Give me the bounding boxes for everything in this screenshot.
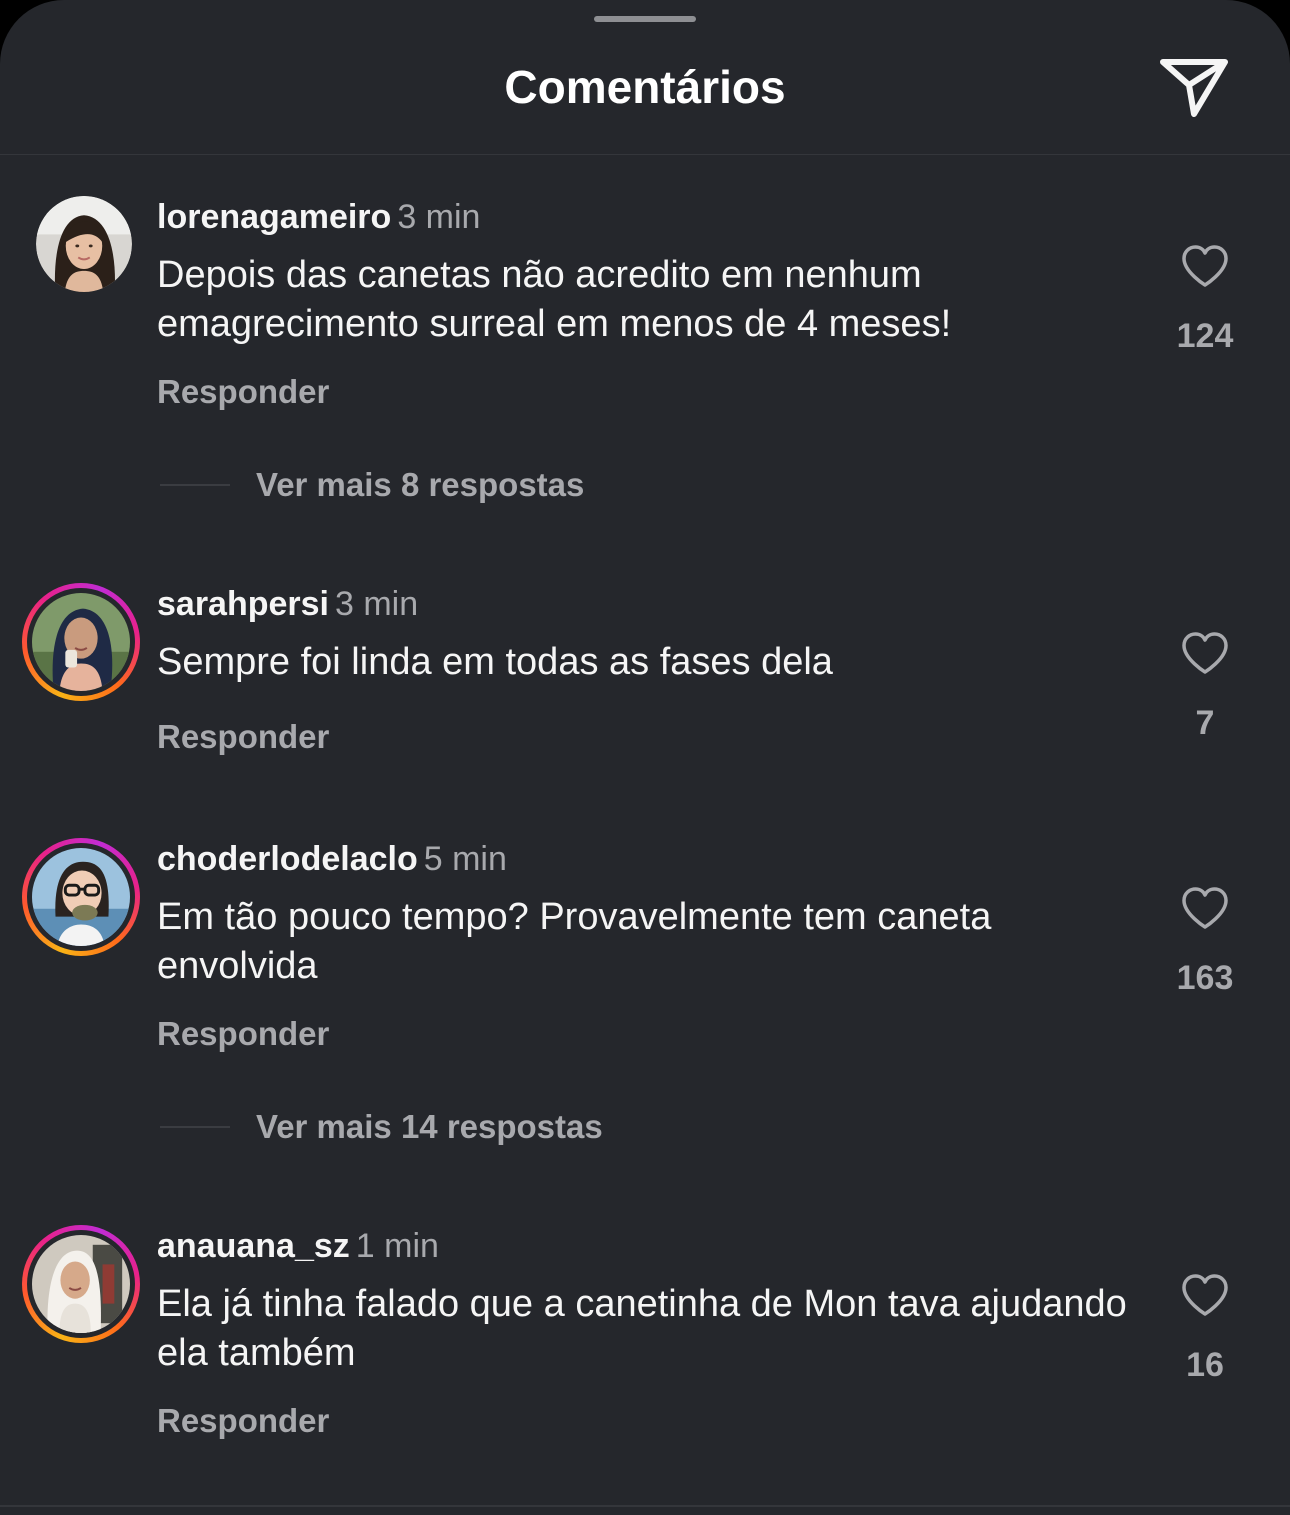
thread-line bbox=[160, 484, 230, 486]
avatar-story-ring[interactable] bbox=[22, 838, 140, 956]
view-more-replies[interactable]: Ver mais 14 respostas bbox=[160, 1107, 603, 1147]
avatar bbox=[32, 1235, 130, 1333]
comment-time: 3 min bbox=[335, 585, 419, 623]
like-count: 163 bbox=[1176, 959, 1234, 997]
avatar bbox=[32, 593, 130, 691]
comment-username[interactable]: sarahpersi bbox=[157, 585, 329, 623]
reply-button[interactable]: Responder bbox=[157, 1402, 329, 1440]
comment-username[interactable]: lorenagameiro bbox=[157, 198, 391, 236]
comments-header: Comentários bbox=[0, 0, 1290, 155]
reply-button[interactable]: Responder bbox=[157, 373, 329, 411]
comment-text: Em tão pouco tempo? Provavelmente tem ca… bbox=[157, 896, 992, 987]
comment-time: 3 min bbox=[397, 198, 481, 236]
comment-time: 1 min bbox=[355, 1227, 439, 1265]
avatar bbox=[32, 848, 130, 946]
heart-icon[interactable] bbox=[1180, 885, 1230, 931]
view-more-replies-label: Ver mais 14 respostas bbox=[256, 1108, 603, 1145]
like-control: 163 bbox=[1170, 885, 1240, 998]
bottom-divider bbox=[0, 1505, 1290, 1507]
avatar-story-ring[interactable] bbox=[22, 1225, 140, 1343]
heart-icon[interactable] bbox=[1180, 1272, 1230, 1318]
thread-line bbox=[160, 1126, 230, 1128]
heart-icon[interactable] bbox=[1180, 630, 1230, 676]
like-count: 16 bbox=[1186, 1346, 1224, 1384]
comment-username[interactable]: choderlodelaclo bbox=[157, 840, 418, 878]
view-more-replies-label: Ver mais 8 respostas bbox=[256, 466, 585, 503]
avatar-story-ring[interactable] bbox=[22, 583, 140, 701]
comment-text: Depois das canetas não acredito em nenhu… bbox=[157, 254, 952, 345]
reply-button[interactable]: Responder bbox=[157, 1015, 329, 1053]
like-count: 7 bbox=[1195, 704, 1215, 742]
comment-time: 5 min bbox=[423, 840, 507, 878]
like-control: 16 bbox=[1170, 1272, 1240, 1385]
like-control: 124 bbox=[1170, 243, 1240, 356]
page-title: Comentários bbox=[504, 61, 786, 113]
comment-text: Ela já tinha falado que a canetinha de M… bbox=[157, 1283, 1127, 1374]
avatar[interactable] bbox=[36, 196, 132, 292]
like-control: 7 bbox=[1170, 630, 1240, 743]
paper-plane-icon[interactable] bbox=[1158, 56, 1230, 118]
reply-button[interactable]: Responder bbox=[157, 718, 329, 756]
comments-sheet: Comentários lorenagameiro 3 min Depois d… bbox=[0, 0, 1290, 1515]
heart-icon[interactable] bbox=[1180, 243, 1230, 289]
like-count: 124 bbox=[1176, 317, 1234, 355]
comment-text: Sempre foi linda em todas as fases dela bbox=[157, 641, 833, 683]
comment-username[interactable]: anauana_sz bbox=[157, 1227, 350, 1265]
view-more-replies[interactable]: Ver mais 8 respostas bbox=[160, 465, 584, 505]
